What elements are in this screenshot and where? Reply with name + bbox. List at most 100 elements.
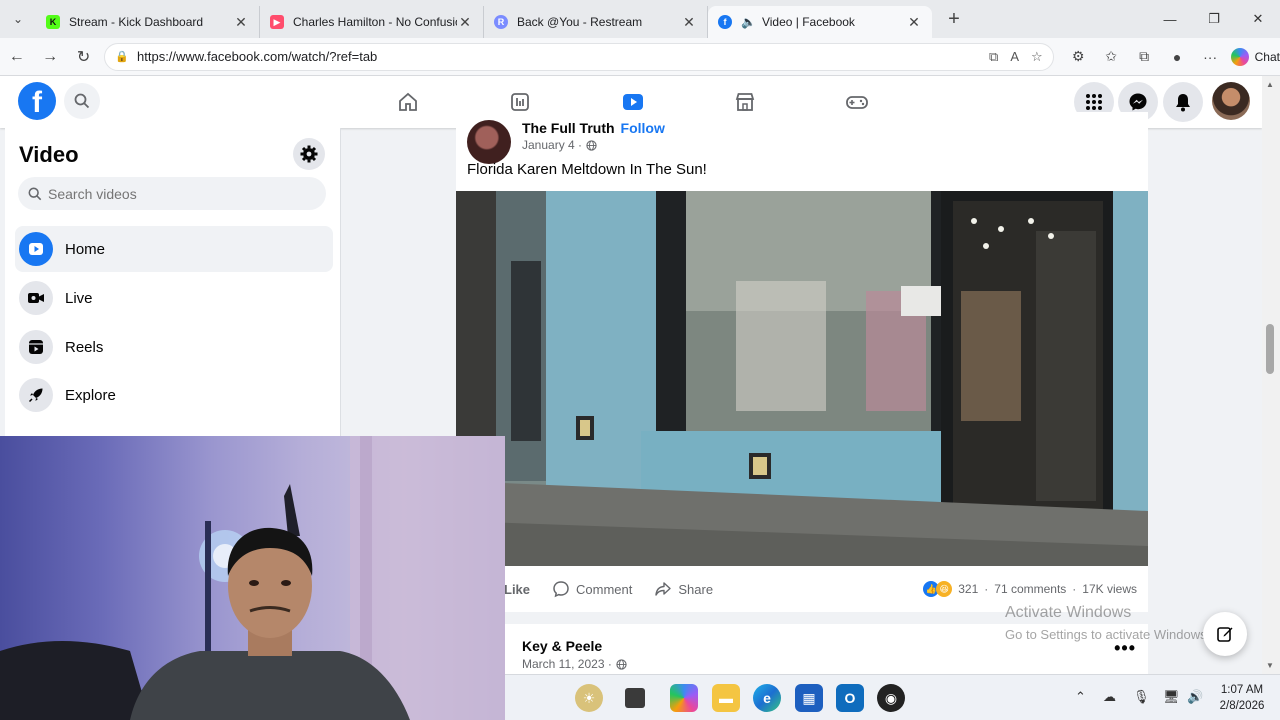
scroll-down-icon[interactable]: ▼ (1266, 661, 1274, 670)
webcam-person-image (0, 436, 505, 720)
tab-charles-hamilton[interactable]: ▶ Charles Hamilton - No Confusion ✕ (260, 6, 484, 38)
like-button[interactable]: Like (504, 582, 530, 597)
comment-button[interactable]: Comment (552, 580, 632, 598)
search-videos-input[interactable] (48, 185, 308, 202)
browser-tabstrip: ⌄ K Stream - Kick Dashboard ✕ ▶ Charles … (0, 0, 1280, 38)
sidebar-item-reels[interactable]: Reels (15, 324, 333, 370)
tab-close-icon[interactable]: ✕ (906, 14, 922, 31)
window-close-icon[interactable]: ✕ (1236, 0, 1280, 38)
store-icon[interactable]: ▦ (795, 684, 823, 712)
facebook-favicon-icon: f (718, 15, 732, 29)
share-button[interactable]: Share (654, 580, 713, 598)
minimize-icon[interactable]: — (1148, 0, 1192, 38)
open-in-app-icon[interactable]: ⧉ (989, 49, 998, 65)
extensions-icon[interactable]: ⚙ (1062, 48, 1095, 65)
compose-icon (1217, 627, 1233, 642)
volume-icon[interactable]: 🔊 (1187, 689, 1203, 705)
nav-home-icon[interactable] (352, 76, 464, 128)
sidebar-item-label: Live (65, 289, 93, 307)
favorites-icon[interactable]: ✩ (1095, 48, 1128, 65)
copilot-chat-button[interactable]: Chat (1230, 47, 1280, 66)
tab-video-facebook[interactable]: f 🔈 Video | Facebook ✕ (708, 6, 932, 38)
back-arrow-icon[interactable]: ← (0, 42, 33, 72)
comment-icon (553, 581, 569, 598)
tab-close-icon[interactable]: ✕ (457, 14, 473, 31)
taskbar-clock[interactable]: 1:07 AM 2/8/2026 (1214, 682, 1270, 714)
reaction-icons[interactable]: 👍 😆 (923, 581, 953, 597)
tab-list-menu-icon[interactable]: ⌄ (0, 0, 36, 38)
sidebar-item-home[interactable]: Home (15, 226, 333, 272)
post-author-line: The Full Truth Follow (522, 120, 665, 136)
collections-icon[interactable]: ⧉ (1128, 48, 1161, 65)
comments-count[interactable]: 71 comments (994, 582, 1066, 596)
onedrive-icon[interactable]: ☁ (1103, 689, 1116, 705)
microphone-icon[interactable]: 🎙 (1133, 689, 1150, 705)
video-post-card: The Full Truth Follow January 4 · Florida… (456, 112, 1148, 612)
reactions-count[interactable]: 321 (958, 582, 978, 596)
stats-separator: · (984, 582, 989, 596)
activate-windows-title: Activate Windows (1005, 604, 1132, 621)
facebook-logo[interactable]: f (18, 82, 56, 120)
kick-favicon-icon: K (46, 15, 60, 29)
windows-taskbar: ☀ ▬ e ▦ O ◉ ⌃ ☁ 🎙 🖥 🔊 (505, 674, 1280, 720)
video-sidebar: Video Home Live Reels Explore (5, 128, 341, 436)
favorite-star-icon[interactable]: ☆ (1031, 49, 1043, 65)
profile-avatar[interactable] (1212, 82, 1250, 120)
speaker-icon[interactable]: 🔈 (741, 15, 756, 29)
read-aloud-icon[interactable]: A (1010, 49, 1019, 64)
obs-icon[interactable]: ◉ (877, 684, 905, 712)
lock-icon[interactable]: 🔒 (115, 50, 129, 63)
address-toolbar: ← → ↻ 🔒 https://www.facebook.com/watch/?… (0, 38, 1280, 76)
outlook-icon[interactable]: O (836, 684, 864, 712)
copilot-taskbar-icon[interactable] (670, 684, 698, 712)
sidebar-title: Video (19, 142, 79, 167)
share-label: Share (678, 581, 714, 597)
settings-gear-icon[interactable] (293, 138, 325, 170)
forward-arrow-icon[interactable]: → (33, 42, 66, 72)
profile-icon[interactable]: ● (1161, 49, 1194, 65)
notifications-bell-icon[interactable] (1163, 82, 1203, 122)
window-controls: — ❐ ✕ (1148, 0, 1280, 38)
address-bar[interactable]: 🔒 https://www.facebook.com/watch/?ref=ta… (104, 42, 1054, 71)
post-date[interactable]: January 4 · (522, 138, 582, 152)
widget-icon[interactable]: ☀ (575, 684, 603, 712)
restream-favicon-icon: R (494, 15, 508, 29)
file-explorer-icon[interactable]: ▬ (712, 684, 740, 712)
search-videos-field[interactable] (18, 177, 326, 210)
post-author-avatar[interactable] (467, 120, 511, 164)
post-author-name[interactable]: Key & Peele (522, 638, 602, 654)
scroll-up-icon[interactable]: ▲ (1266, 80, 1274, 89)
tab-kick-dashboard[interactable]: K Stream - Kick Dashboard ✕ (36, 6, 260, 38)
live-camera-icon (19, 281, 53, 315)
sidebar-item-label: Home (65, 240, 106, 258)
video-player[interactable] (456, 191, 1148, 566)
globe-icon (616, 658, 627, 670)
new-tab-icon[interactable]: + (936, 8, 972, 31)
clock-time: 1:07 AM (1220, 684, 1264, 696)
tab-close-icon[interactable]: ✕ (233, 14, 249, 31)
edge-browser-icon[interactable]: e (753, 684, 781, 712)
comment-label: Comment (576, 581, 633, 597)
page-scrollbar[interactable]: ▲ ▼ (1262, 76, 1280, 674)
post-date[interactable]: March 11, 2023 · (522, 657, 612, 671)
url-text[interactable]: https://www.facebook.com/watch/?ref=tab (137, 49, 377, 64)
task-view-icon[interactable] (625, 688, 645, 708)
tray-chevron-icon[interactable]: ⌃ (1075, 689, 1086, 705)
refresh-icon[interactable]: ↻ (67, 42, 100, 72)
new-message-button[interactable] (1203, 612, 1247, 656)
tab-close-icon[interactable]: ✕ (681, 14, 697, 31)
scrollbar-thumb[interactable] (1266, 324, 1274, 374)
share-icon (655, 582, 672, 596)
facebook-logo-letter: f (32, 86, 42, 119)
follow-link[interactable]: Follow (621, 120, 665, 136)
sidebar-item-live[interactable]: Live (15, 275, 333, 321)
restore-icon[interactable]: ❐ (1192, 0, 1236, 38)
post-author-name[interactable]: The Full Truth (522, 120, 615, 136)
facebook-search-icon[interactable] (64, 83, 100, 119)
tab-restream[interactable]: R Back @You - Restream ✕ (484, 6, 708, 38)
rocket-icon (19, 378, 53, 412)
sidebar-item-explore[interactable]: Explore (15, 372, 333, 418)
post-date-line: March 11, 2023 · (522, 657, 627, 671)
more-menu-icon[interactable]: ··· (1194, 49, 1227, 65)
network-icon[interactable]: 🖥 (1163, 689, 1180, 705)
